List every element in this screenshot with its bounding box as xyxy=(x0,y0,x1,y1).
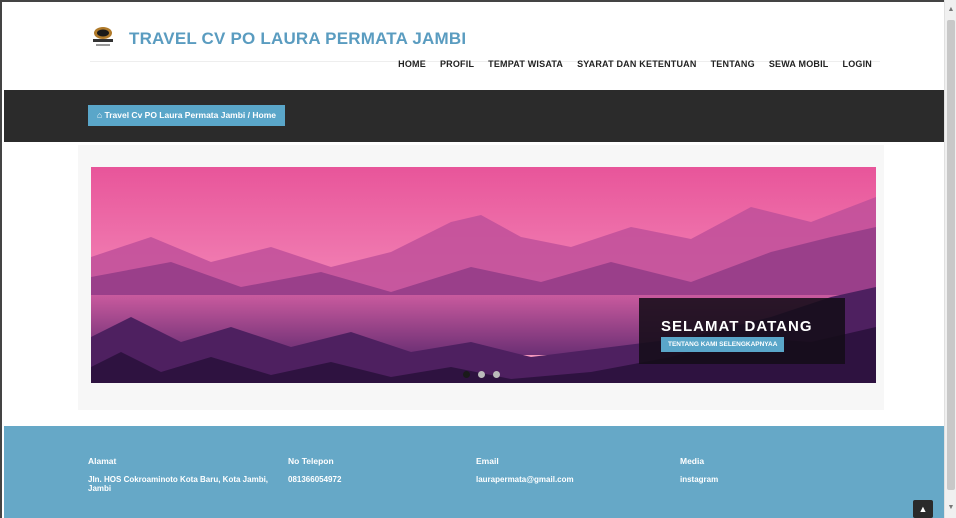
nav-home[interactable]: HOME xyxy=(398,59,426,69)
slide-caption: SELAMAT DATANG TENTANG KAMI SELENGKAPNYA… xyxy=(639,298,845,364)
email-label: Email xyxy=(476,456,499,466)
nav-login[interactable]: LOGIN xyxy=(843,59,873,69)
vertical-scrollbar[interactable]: ▲ ▼ xyxy=(944,0,956,518)
address-label: Alamat xyxy=(88,456,117,466)
media-label: Media xyxy=(680,456,705,466)
footer-email: Email laurapermata@gmail.com xyxy=(476,456,666,484)
email-value[interactable]: laurapermata@gmail.com xyxy=(476,475,666,484)
scroll-up-arrow[interactable]: ▲ xyxy=(945,4,956,16)
slide-indicator[interactable] xyxy=(478,371,485,378)
browser-viewport: TRAVEL CV PO LAURA PERMATA JAMBI HOME PR… xyxy=(0,0,956,518)
instagram-link[interactable]: instagram xyxy=(680,475,870,484)
nav-tentang[interactable]: TENTANG xyxy=(711,59,755,69)
nav-tempat-wisata[interactable]: TEMPAT WISATA xyxy=(488,59,563,69)
site-footer: Alamat Jln. HOS Cokroaminoto Kota Baru, … xyxy=(4,426,946,518)
slide-indicator[interactable] xyxy=(463,371,470,378)
about-us-button[interactable]: TENTANG KAMI SELENGKAPNYAA xyxy=(661,337,785,352)
slide-title: SELAMAT DATANG xyxy=(661,318,813,335)
main-nav: HOME PROFIL TEMPAT WISATA SYARAT DAN KET… xyxy=(398,59,872,69)
footer-address: Alamat Jln. HOS Cokroaminoto Kota Baru, … xyxy=(88,456,278,493)
phone-label: No Telepon xyxy=(288,456,334,466)
slide-indicator[interactable] xyxy=(493,371,500,378)
footer-phone: No Telepon 081366054972 xyxy=(288,456,478,484)
back-to-top-button[interactable]: ▲ xyxy=(913,500,933,518)
page-banner: ⌂ Travel Cv PO Laura Permata Jambi / Hom… xyxy=(4,90,946,142)
footer-media: Media instagram xyxy=(680,456,870,484)
slider-indicators xyxy=(463,371,500,378)
breadcrumb[interactable]: ⌂ Travel Cv PO Laura Permata Jambi / Hom… xyxy=(88,105,285,126)
company-logo[interactable] xyxy=(90,25,116,49)
nav-syarat-ketentuan[interactable]: SYARAT DAN KETENTUAN xyxy=(577,59,697,69)
site-title[interactable]: TRAVEL CV PO LAURA PERMATA JAMBI xyxy=(129,29,466,49)
site-header: TRAVEL CV PO LAURA PERMATA JAMBI HOME PR… xyxy=(4,4,946,90)
nav-sewa-mobil[interactable]: SEWA MOBIL xyxy=(769,59,829,69)
address-value: Jln. HOS Cokroaminoto Kota Baru, Kota Ja… xyxy=(88,475,269,493)
chevron-up-icon: ▲ xyxy=(918,504,928,514)
nav-profil[interactable]: PROFIL xyxy=(440,59,474,69)
scroll-thumb[interactable] xyxy=(947,20,955,490)
scroll-down-arrow[interactable]: ▼ xyxy=(945,502,956,514)
phone-value: 081366054972 xyxy=(288,475,342,484)
